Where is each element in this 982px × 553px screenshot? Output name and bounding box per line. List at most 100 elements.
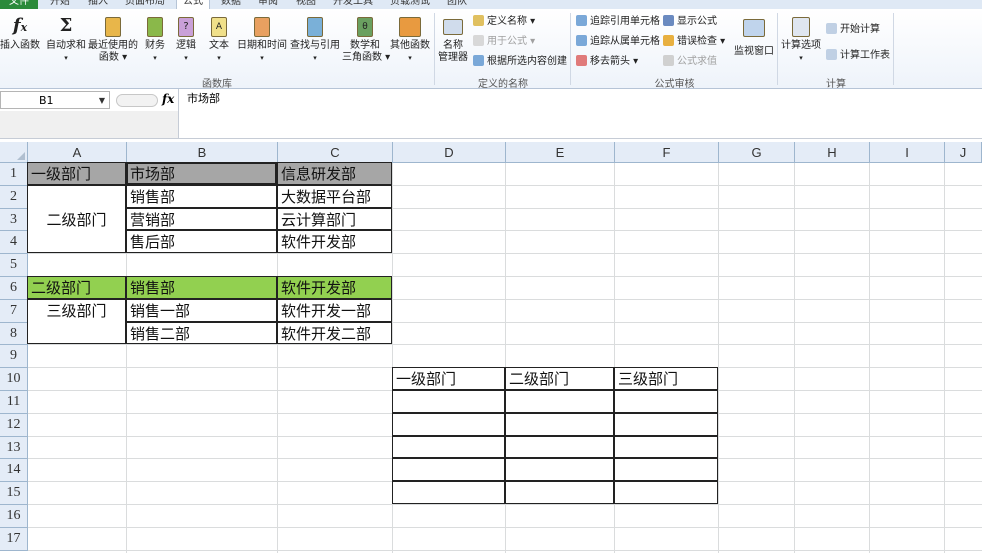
cell-d12[interactable] (392, 412, 505, 436)
row-header-14[interactable]: 14 (0, 459, 28, 483)
cell-b6[interactable]: 销售部 (126, 276, 277, 299)
column-header-d[interactable]: D (393, 142, 506, 163)
column-header-e[interactable]: E (506, 142, 615, 163)
column-header-c[interactable]: C (278, 142, 393, 163)
select-all-button[interactable] (0, 142, 28, 163)
calculate-now-button[interactable]: 开始计算 (826, 23, 880, 37)
tab-page-layout[interactable]: 页面布局 (125, 0, 165, 9)
cell-a1[interactable]: 一级部门 (27, 162, 126, 185)
recent-functions-button[interactable]: 最近使用的 函数 ▾ (88, 15, 138, 64)
tab-developer[interactable]: 开发工具 (333, 0, 373, 9)
insert-function-icon[interactable]: fx (162, 92, 174, 106)
define-name-button[interactable]: 定义名称 ▾ (473, 15, 535, 29)
cell-e15[interactable] (505, 481, 614, 504)
insert-function-button[interactable]: fx 插入函数 (0, 15, 40, 52)
chevron-down-icon[interactable]: ▼ (99, 92, 105, 110)
cell-c2[interactable]: 大数据平台部 (277, 184, 392, 208)
cell-c4[interactable]: 软件开发部 (277, 230, 392, 254)
cell-c3[interactable]: 云计算部门 (277, 207, 392, 231)
cell-e12[interactable] (505, 412, 614, 436)
row-header-2[interactable]: 2 (0, 185, 28, 209)
formula-bar-grip[interactable] (116, 94, 158, 107)
cell-c8[interactable]: 软件开发二部 (277, 321, 392, 345)
cell-f13[interactable] (614, 435, 718, 459)
cell-f15[interactable] (614, 481, 718, 504)
use-in-formula-button[interactable]: 用于公式 ▾ (473, 35, 535, 49)
row-header-12[interactable]: 12 (0, 413, 28, 437)
merged-cell-a2[interactable]: 二级部门 (27, 184, 126, 254)
row-header-6[interactable]: 6 (0, 277, 28, 300)
column-header-b[interactable]: B (127, 142, 278, 163)
cell-f10[interactable]: 三级部门 (614, 367, 718, 390)
cell-d15[interactable] (392, 481, 505, 504)
show-formulas-button[interactable]: 显示公式 (663, 15, 717, 29)
create-from-selection-button[interactable]: 根据所选内容创建 (473, 55, 567, 69)
error-checking-button[interactable]: 错误检查 ▾ (663, 35, 725, 49)
tab-team[interactable]: 团队 (447, 0, 467, 9)
merged-cell-a7[interactable]: 三级部门 (27, 298, 126, 345)
cell-d14[interactable] (392, 458, 505, 482)
cell-b4[interactable]: 售后部 (126, 230, 277, 254)
trace-dependents-button[interactable]: 追踪从属单元格 (576, 35, 660, 49)
formula-input[interactable]: 市场部 (178, 89, 982, 138)
tab-view[interactable]: 视图 (296, 0, 316, 9)
text-functions-button[interactable]: A 文本 ▾ (206, 15, 232, 64)
lookup-reference-button[interactable]: 查找与引用 ▾ (290, 15, 340, 64)
cell-a6[interactable]: 二级部门 (27, 276, 126, 299)
cell-e11[interactable] (505, 390, 614, 413)
tab-home[interactable]: 开始 (50, 0, 70, 9)
column-header-g[interactable]: G (719, 142, 795, 163)
row-header-7[interactable]: 7 (0, 299, 28, 323)
cell-e13[interactable] (505, 435, 614, 459)
cell-e14[interactable] (505, 458, 614, 482)
datetime-button[interactable]: 日期和时间 ▾ (236, 15, 288, 64)
tab-load-test[interactable]: 负载测试 (390, 0, 430, 9)
watch-window-button[interactable]: 监视窗口 (732, 15, 776, 58)
cell-d13[interactable] (392, 435, 505, 459)
remove-arrows-button[interactable]: 移去箭头 ▾ (576, 55, 638, 69)
autosum-button[interactable]: Σ 自动求和 ▾ (45, 15, 87, 64)
cell-b7[interactable]: 销售一部 (126, 298, 277, 322)
row-header-1[interactable]: 1 (0, 163, 28, 186)
math-trig-button[interactable]: θ 数学和 三角函数 ▾ (342, 15, 390, 64)
cell-c1[interactable]: 信息研发部 (277, 162, 392, 185)
cell-b2[interactable]: 销售部 (126, 184, 277, 208)
cell-f11[interactable] (614, 390, 718, 413)
cell-b3[interactable]: 营销部 (126, 207, 277, 231)
name-box[interactable]: B1 ▼ (0, 91, 110, 109)
trace-precedents-button[interactable]: 追踪引用单元格 (576, 15, 660, 29)
column-header-f[interactable]: F (615, 142, 719, 163)
calculation-options-button[interactable]: 计算选项 ▾ (780, 15, 822, 64)
tab-data[interactable]: 数据 (221, 0, 241, 9)
cell-b8[interactable]: 销售二部 (126, 321, 277, 345)
cell-d10[interactable]: 一级部门 (392, 367, 505, 390)
tab-formulas[interactable]: 公式 (176, 0, 210, 9)
calculate-sheet-button[interactable]: 计算工作表 (826, 49, 890, 63)
row-header-5[interactable]: 5 (0, 254, 28, 277)
column-header-h[interactable]: H (795, 142, 870, 163)
row-header-9[interactable]: 9 (0, 345, 28, 369)
evaluate-formula-button[interactable]: 公式求值 (663, 55, 717, 69)
row-header-13[interactable]: 13 (0, 436, 28, 460)
tab-review[interactable]: 审阅 (258, 0, 278, 9)
column-header-j[interactable]: J (945, 142, 982, 163)
tab-file[interactable]: 文件 (0, 0, 38, 9)
tab-insert[interactable]: 插入 (88, 0, 108, 9)
name-manager-button[interactable]: 名称 管理器 (437, 15, 469, 64)
cell-d11[interactable] (392, 390, 505, 413)
more-functions-button[interactable]: 其他函数 ▾ (388, 15, 432, 64)
row-header-11[interactable]: 11 (0, 391, 28, 414)
row-header-16[interactable]: 16 (0, 505, 28, 528)
logical-button[interactable]: ? 逻辑 ▾ (173, 15, 199, 64)
row-header-17[interactable]: 17 (0, 527, 28, 551)
worksheet[interactable]: A B C D E F G H I J 1 2 3 4 5 6 7 8 9 10 11 12 13 14 15 16 17 一级部门市… (0, 142, 982, 553)
cell-f12[interactable] (614, 412, 718, 436)
row-header-10[interactable]: 10 (0, 368, 28, 391)
cell-f14[interactable] (614, 458, 718, 482)
cell-e10[interactable]: 二级部门 (505, 367, 614, 390)
row-header-8[interactable]: 8 (0, 322, 28, 346)
financial-button[interactable]: 财务 ▾ (142, 15, 168, 64)
cell-c7[interactable]: 软件开发一部 (277, 298, 392, 322)
cell-c6[interactable]: 软件开发部 (277, 276, 392, 299)
row-header-4[interactable]: 4 (0, 231, 28, 255)
